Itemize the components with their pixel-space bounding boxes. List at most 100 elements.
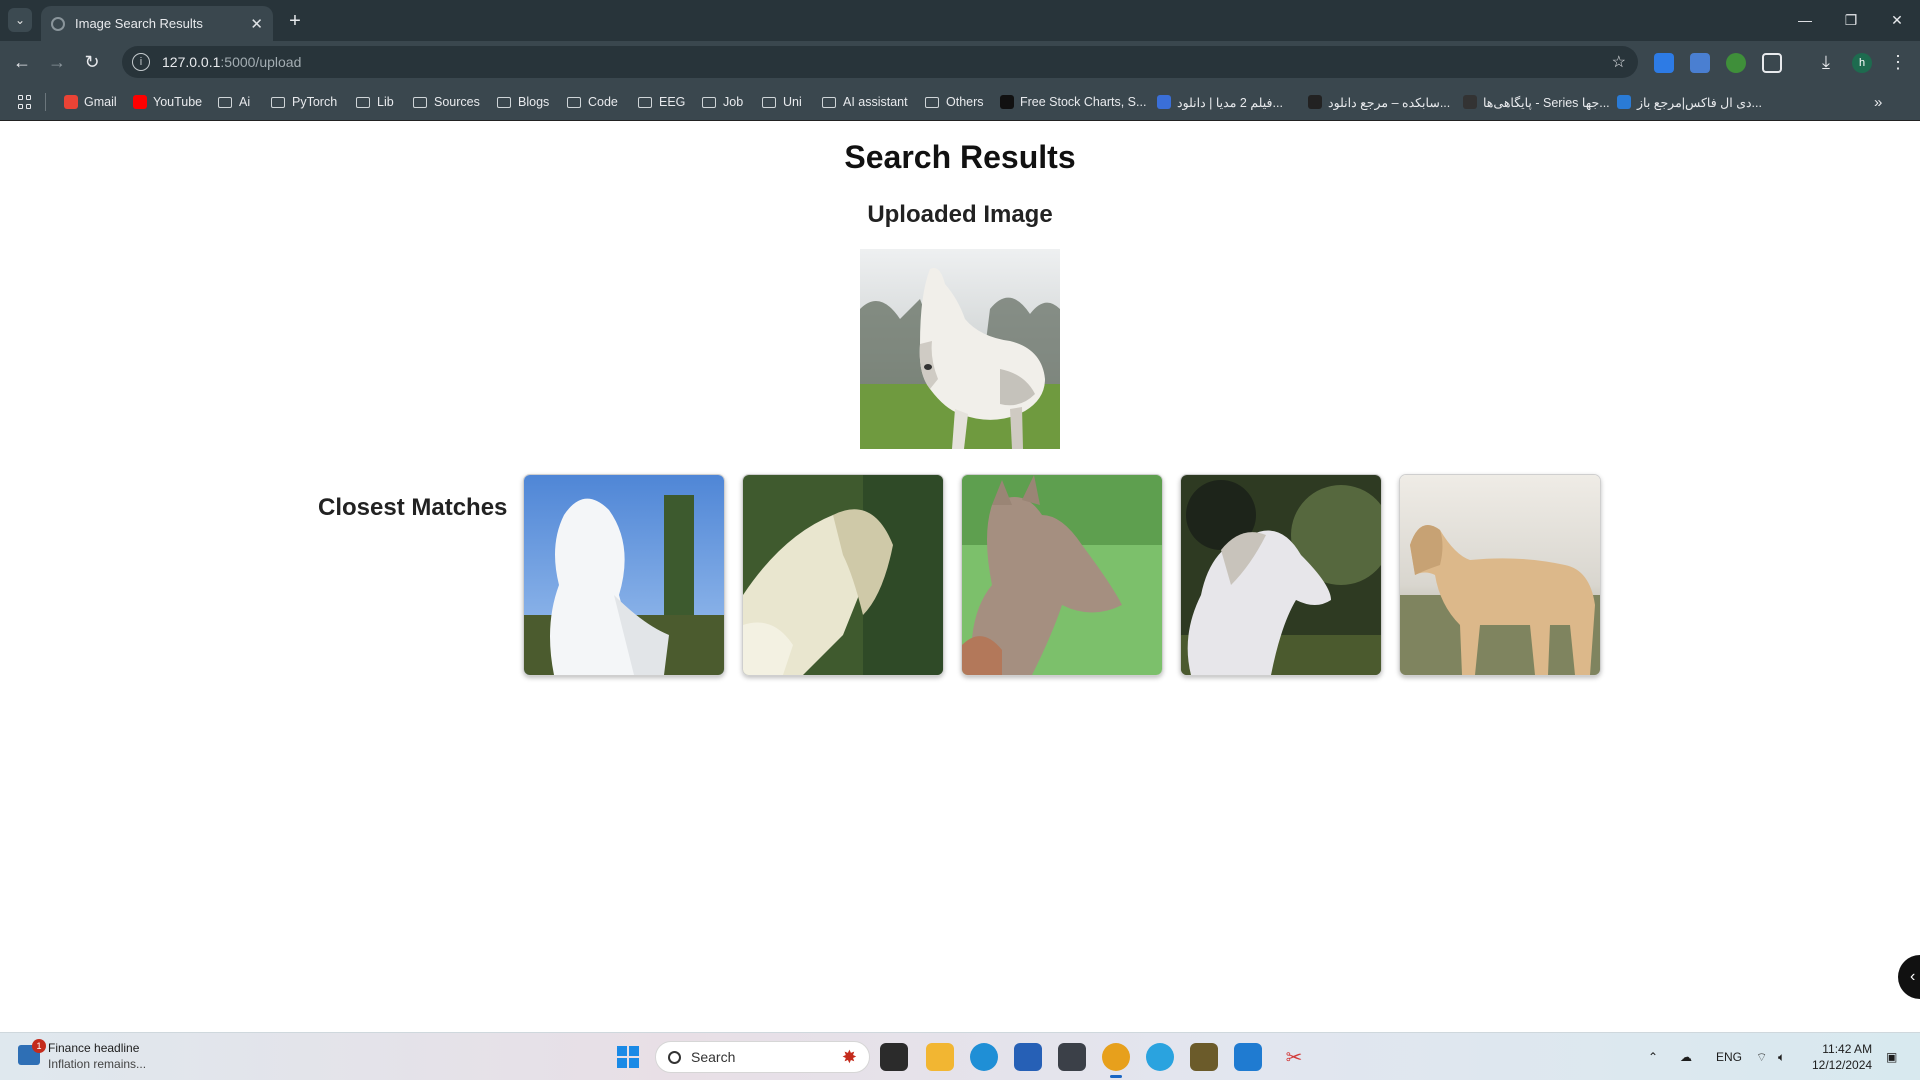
extensions-puzzle-icon[interactable]	[1762, 53, 1782, 73]
bookmark-item[interactable]: Free Stock Charts, S...	[1000, 83, 1146, 121]
reload-icon[interactable]: ↻	[80, 50, 104, 74]
bookmark-item[interactable]: دی ال فاکس|مرجع باز...	[1617, 83, 1762, 121]
telegram-icon[interactable]	[1146, 1043, 1174, 1071]
bookmark-label: YouTube	[153, 95, 203, 109]
taskbar: 1 Finance headline Inflation remains... …	[0, 1032, 1920, 1080]
wifi-icon[interactable]: ⌔	[1756, 1033, 1767, 1081]
bookmark-label: Code	[588, 95, 618, 109]
bookmark-item[interactable]: Others	[925, 83, 984, 121]
bookmark-label: دی ال فاکس|مرجع باز...	[1637, 95, 1762, 110]
search-icon	[668, 1050, 681, 1064]
taskbar-search-box[interactable]: Search ✸	[655, 1041, 870, 1073]
bookmark-item[interactable]: EEG	[638, 83, 685, 121]
app-hexagon-icon[interactable]	[1058, 1043, 1086, 1071]
bookmark-item[interactable]: Blogs	[497, 83, 549, 121]
bookmark-item[interactable]: فیلم 2 مدیا | دانلود...	[1157, 83, 1283, 121]
tab-search-button[interactable]: ⌄	[8, 8, 32, 32]
bookmark-item[interactable]: سابکده – مرجع دانلود...	[1308, 83, 1450, 121]
side-panel-toggle-button[interactable]: ‹	[1898, 955, 1920, 999]
clock-date: 12/12/2024	[1812, 1058, 1873, 1072]
tab-close-icon[interactable]: ✕	[250, 15, 263, 33]
bookmark-item[interactable]: Ai	[218, 83, 250, 121]
microsoft-store-icon[interactable]	[1014, 1043, 1042, 1071]
match-image[interactable]	[742, 474, 944, 676]
file-explorer-icon[interactable]	[926, 1043, 954, 1071]
close-window-icon[interactable]: ✕	[1884, 8, 1910, 32]
tab-strip: ⌄ Image Search Results ✕ + — ❐ ✕	[0, 0, 1920, 41]
news-widget[interactable]: 1 Finance headline Inflation remains...	[18, 1039, 146, 1071]
page-title: Search Results	[844, 139, 1076, 175]
bookmark-label: Sources	[434, 95, 480, 109]
match-image[interactable]	[523, 474, 725, 676]
extension-globe-icon[interactable]	[1726, 53, 1746, 73]
extension-google-translate-icon[interactable]	[1690, 53, 1710, 73]
notification-badge: 1	[32, 1039, 46, 1053]
restore-icon[interactable]: ❐	[1838, 8, 1864, 32]
bookmark-item[interactable]: Uni	[762, 83, 802, 121]
site-favicon-icon	[1463, 95, 1477, 109]
address-bar[interactable]: i 127.0.0.1:5000/upload ☆	[122, 46, 1638, 78]
minimize-icon[interactable]: —	[1792, 8, 1818, 32]
bookmark-star-icon[interactable]: ☆	[1612, 52, 1626, 72]
more-bookmarks-chevron-icon[interactable]: »	[1874, 83, 1882, 121]
language-indicator[interactable]: ENG	[1716, 1033, 1742, 1081]
bookmark-label: Ai	[239, 95, 251, 109]
tab-active[interactable]: Image Search Results ✕	[41, 6, 273, 41]
site-info-icon[interactable]: i	[132, 53, 150, 71]
bookmark-item[interactable]: پایگاهی‌ها - Series جها...	[1463, 83, 1610, 121]
chrome-icon[interactable]	[1102, 1043, 1130, 1071]
bookmark-item[interactable]: AI assistant	[822, 83, 908, 121]
news-widget-icon: 1	[18, 1039, 46, 1065]
match-image[interactable]	[1180, 474, 1382, 676]
bookmark-item[interactable]: Lib	[356, 83, 394, 121]
new-tab-button[interactable]: +	[283, 9, 307, 33]
news-title: Finance headline	[48, 1041, 140, 1055]
onedrive-icon[interactable]: ☁	[1680, 1033, 1700, 1081]
uploaded-image-heading: Uploaded Image	[867, 201, 1053, 228]
bookmark-item[interactable]: YouTube	[133, 83, 202, 121]
volume-icon[interactable]: 🔈︎	[1778, 1033, 1785, 1081]
back-icon[interactable]: ←	[10, 50, 34, 74]
bookmark-item[interactable]: Job	[702, 83, 743, 121]
bookmark-label: EEG	[659, 95, 686, 109]
search-highlight-icon: ✸	[841, 1047, 857, 1067]
vscode-icon[interactable]	[1234, 1043, 1262, 1071]
folder-icon	[567, 96, 581, 108]
downloads-icon[interactable]: ⤓	[1814, 50, 1838, 74]
url-path: :5000/upload	[220, 54, 302, 70]
bookmark-label: Others	[946, 95, 984, 109]
task-view-icon[interactable]	[880, 1043, 908, 1071]
folder-icon	[413, 96, 427, 108]
edge-browser-icon[interactable]	[970, 1043, 998, 1071]
bookmark-label: Job	[723, 95, 744, 109]
folder-icon	[218, 96, 232, 108]
folder-icon	[762, 96, 776, 108]
tab-title: Image Search Results	[75, 16, 203, 31]
bookmark-label: PyTorch	[292, 95, 338, 109]
profile-avatar[interactable]: h	[1852, 53, 1872, 73]
folder-icon	[638, 96, 652, 108]
tray-overflow-chevron-icon[interactable]: ⌃	[1648, 1033, 1658, 1081]
match-image[interactable]	[961, 474, 1163, 676]
match-image[interactable]	[1399, 474, 1601, 676]
forward-icon[interactable]: →	[45, 50, 69, 74]
folder-icon	[271, 96, 285, 108]
start-windows-icon[interactable]	[614, 1043, 642, 1071]
bookmark-item[interactable]: Code	[567, 83, 618, 121]
clock[interactable]: 11:42 AM 12/12/2024	[1812, 1041, 1872, 1073]
bookmark-item[interactable]: Gmail	[64, 83, 117, 121]
extension-translate-icon[interactable]	[1654, 53, 1674, 73]
chrome-active-indicator	[1110, 1075, 1122, 1078]
app-gallery-icon[interactable]	[1190, 1043, 1218, 1071]
url-host: 127.0.0.1	[162, 54, 221, 70]
notifications-icon[interactable]: ▣	[1886, 1033, 1897, 1081]
browser-menu-icon[interactable]: ⋮	[1886, 50, 1910, 74]
apps-grid-icon[interactable]	[18, 95, 32, 109]
bookmark-label: AI assistant	[843, 95, 908, 109]
bookmark-label: Lib	[377, 95, 394, 109]
bookmark-label: Gmail	[84, 95, 117, 109]
bookmark-item[interactable]: PyTorch	[271, 83, 337, 121]
uploaded-image	[860, 249, 1060, 449]
snipping-tool-icon[interactable]: ✂	[1280, 1043, 1308, 1071]
bookmark-item[interactable]: Sources	[413, 83, 480, 121]
